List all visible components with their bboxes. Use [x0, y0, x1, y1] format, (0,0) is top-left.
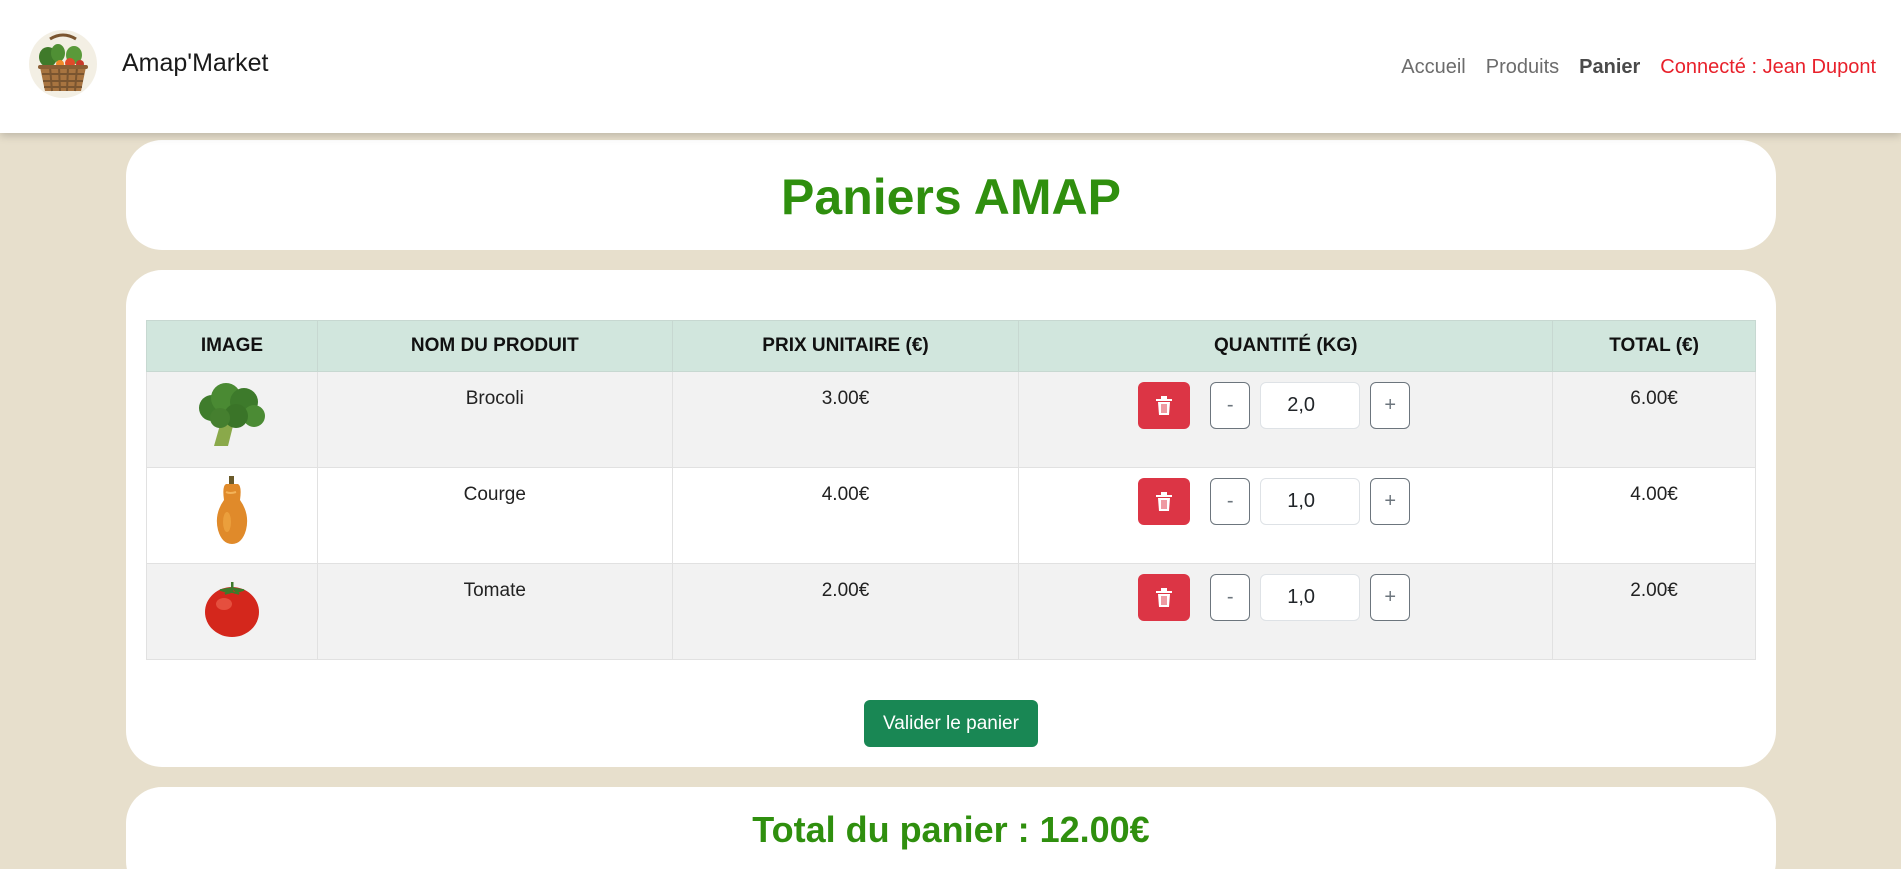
cart-total: Total du panier : 12.00€: [752, 809, 1150, 850]
basket-logo-icon: [29, 29, 97, 98]
cart-table: IMAGE NOM DU PRODUIT PRIX UNITAIRE (€) Q…: [146, 320, 1756, 660]
product-image-cell: [146, 563, 318, 660]
broccoli-image: [198, 383, 265, 446]
product-price: 3.00€: [671, 371, 1020, 468]
delete-button[interactable]: [1138, 382, 1191, 429]
nav-links: Accueil Produits Panier Connecté : Jean …: [1401, 56, 1876, 79]
product-name: Courge: [316, 467, 673, 564]
increment-button[interactable]: +: [1370, 574, 1411, 621]
trash-icon: [1156, 491, 1173, 511]
decrement-button[interactable]: -: [1210, 382, 1251, 429]
product-image-cell: [146, 467, 318, 564]
quantity-input[interactable]: [1260, 478, 1361, 525]
product-image-cell: [146, 371, 318, 468]
trash-icon: [1156, 395, 1173, 415]
total-card: Total du panier : 12.00€: [126, 787, 1776, 869]
product-price: 2.00€: [671, 563, 1020, 660]
decrement-button[interactable]: -: [1210, 478, 1251, 525]
quantity-stepper: - +: [996, 382, 1552, 429]
increment-button[interactable]: +: [1370, 478, 1411, 525]
nav-link-accueil[interactable]: Accueil: [1401, 56, 1465, 79]
table-header-row: IMAGE NOM DU PRODUIT PRIX UNITAIRE (€) Q…: [146, 320, 1756, 372]
quantity-cell: - +: [1018, 467, 1554, 564]
squash-image: [216, 476, 248, 544]
product-name: Brocoli: [316, 371, 673, 468]
decrement-button[interactable]: -: [1210, 574, 1251, 621]
nav-link-produits[interactable]: Produits: [1486, 56, 1559, 79]
cart-card: IMAGE NOM DU PRODUIT PRIX UNITAIRE (€) Q…: [126, 270, 1776, 767]
connected-user[interactable]: Connecté : Jean Dupont: [1660, 56, 1876, 79]
column-header-total: TOTAL (€): [1552, 320, 1756, 372]
column-header-price: PRIX UNITAIRE (€): [671, 320, 1020, 372]
quantity-stepper: - +: [996, 574, 1552, 621]
product-name: Tomate: [316, 563, 673, 660]
delete-button[interactable]: [1138, 478, 1191, 525]
tomato-image: [204, 582, 259, 637]
validate-cart-button[interactable]: Valider le panier: [864, 700, 1038, 747]
column-header-image: IMAGE: [146, 320, 318, 372]
quantity-stepper: - +: [996, 478, 1552, 525]
table-row: Courge 4.00€ - 1,0 + 4.00€: [146, 467, 1756, 564]
table-row: Brocoli 3.00€ - 2,0 + 6.00€: [146, 371, 1756, 468]
delete-button[interactable]: [1138, 574, 1191, 621]
product-total: 4.00€: [1552, 467, 1756, 564]
table-row: Tomate 2.00€ - 1,0 + 2.00€: [146, 563, 1756, 660]
quantity-input[interactable]: [1260, 574, 1361, 621]
quantity-input[interactable]: [1260, 382, 1361, 429]
column-header-quantity: QUANTITÉ (KG): [1018, 320, 1554, 372]
brand[interactable]: Amap'Market: [28, 29, 268, 99]
increment-button[interactable]: +: [1370, 382, 1411, 429]
quantity-cell: - +: [1018, 563, 1554, 660]
title-card: Paniers AMAP: [126, 140, 1776, 250]
quantity-cell: - +: [1018, 371, 1554, 468]
page-title: Paniers AMAP: [781, 169, 1121, 225]
nav-link-panier[interactable]: Panier: [1579, 56, 1640, 79]
product-total: 6.00€: [1552, 371, 1756, 468]
trash-icon: [1156, 587, 1173, 607]
navbar: Amap'Market Accueil Produits Panier Conn…: [0, 0, 1901, 133]
column-header-name: NOM DU PRODUIT: [316, 320, 673, 372]
product-total: 2.00€: [1552, 563, 1756, 660]
product-price: 4.00€: [671, 467, 1020, 564]
brand-name: Amap'Market: [122, 49, 269, 77]
